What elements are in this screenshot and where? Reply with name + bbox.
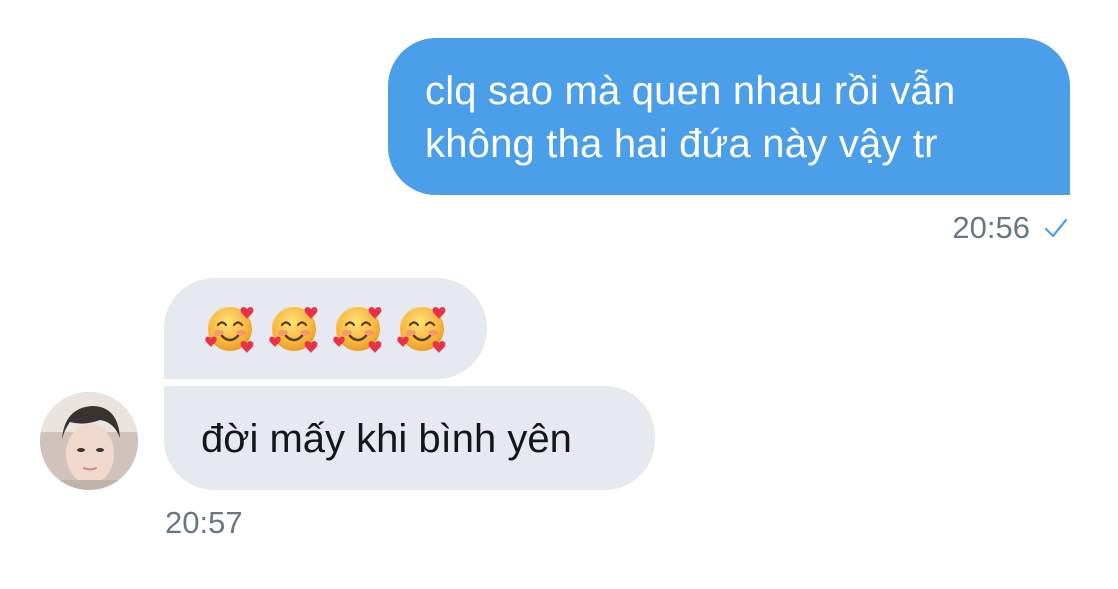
outgoing-message-meta: 20:56 [952,210,1068,246]
user-avatar[interactable] [40,392,138,490]
incoming-timestamp: 20:57 [165,505,243,540]
smiling-face-with-hearts-icon [269,307,318,354]
check-icon [1044,218,1068,238]
smiling-face-with-hearts-icon [205,307,254,354]
avatar-photo [40,392,138,490]
incoming-emoji-bubble[interactable] [164,278,487,379]
outgoing-message-bubble[interactable]: clq sao mà quen nhau rồi vẫn không tha h… [388,38,1070,195]
outgoing-message-line-1: clq sao mà quen nhau rồi vẫn [425,69,956,113]
outgoing-timestamp: 20:56 [952,210,1030,245]
incoming-text-bubble[interactable]: đời mấy khi bình yên [164,386,655,490]
incoming-message-text: đời mấy khi bình yên [201,417,572,461]
smiling-face-with-hearts-icon [333,307,382,354]
smiling-face-with-hearts-icon [397,307,446,354]
outgoing-message-line-2: không tha hai đứa này vậy tr [425,122,938,166]
